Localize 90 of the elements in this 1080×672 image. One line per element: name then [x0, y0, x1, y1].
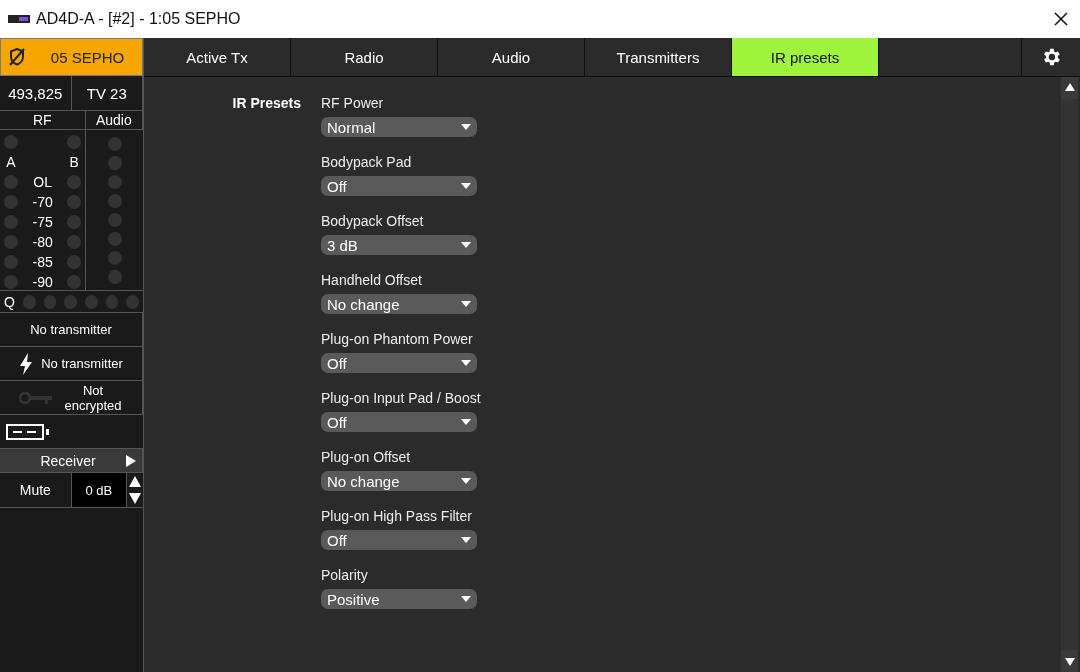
rf-scale-label: OL: [33, 174, 52, 190]
antenna-label: A: [6, 154, 16, 170]
lightning-icon: [19, 352, 34, 375]
rf-led: [4, 275, 18, 289]
setting-label: Plug-on Phantom Power: [321, 331, 474, 347]
scrollbar[interactable]: [1061, 77, 1078, 672]
rf-scale-label: -70: [32, 194, 53, 210]
close-icon[interactable]: [1054, 12, 1068, 26]
setting-label: Bodypack Offset: [321, 213, 425, 229]
rf-header: RF: [0, 111, 86, 129]
rf-led: [4, 235, 18, 249]
mute-button[interactable]: Mute: [0, 473, 72, 507]
scroll-down-icon: [1064, 658, 1075, 666]
dropdown-caret-icon: [461, 183, 471, 189]
rf-led: [67, 215, 82, 229]
dropdown-caret-icon: [461, 124, 471, 130]
rf-led: [67, 255, 82, 269]
shield-slash-icon: [9, 48, 25, 66]
quality-led: [84, 294, 98, 309]
rf-led: [4, 255, 18, 269]
rf-led: [4, 215, 18, 229]
window-title: AD4D-A - [#2] - 1:05 SEPHO: [36, 10, 242, 28]
audio-header: Audio: [85, 111, 143, 129]
frequency-value: 493,825: [0, 76, 72, 110]
quality-led: [64, 294, 77, 309]
dropdown[interactable]: Off: [321, 353, 477, 373]
audio-led: [107, 231, 122, 246]
dropdown[interactable]: No change: [321, 471, 477, 491]
audio-led: [107, 269, 122, 284]
dropdown-caret-icon: [461, 242, 471, 248]
key-icon: [19, 391, 53, 404]
audio-led: [107, 155, 122, 170]
rf-led: [4, 135, 18, 149]
dropdown-caret-icon: [461, 537, 471, 543]
rf-led: [67, 275, 82, 289]
down-arrow-icon[interactable]: [129, 493, 141, 504]
rf-led: [67, 195, 82, 209]
rf-led: [4, 175, 18, 189]
dropdown-caret-icon: [461, 360, 471, 366]
antenna-label: B: [69, 154, 79, 170]
dropdown[interactable]: No change: [321, 294, 477, 314]
scroll-up-icon: [1064, 83, 1075, 91]
dropdown[interactable]: Off: [321, 412, 477, 432]
setting-label: Handheld Offset: [321, 272, 423, 288]
rf-led: [67, 175, 82, 189]
quality-led: [126, 294, 139, 309]
rf-scale-label: -90: [32, 274, 53, 290]
battery-status: No transmitter: [41, 356, 123, 371]
section-title: IR Presets: [231, 94, 301, 113]
audio-led: [107, 193, 122, 208]
dropdown-caret-icon: [461, 596, 471, 602]
dropdown[interactable]: 3 dB: [321, 235, 477, 255]
rf-led: [4, 195, 18, 209]
quality-led: [105, 294, 119, 309]
audio-led: [107, 174, 122, 189]
dropdown-caret-icon: [461, 301, 471, 307]
play-icon: [125, 454, 136, 467]
quality-led: [22, 294, 36, 309]
gain-value: 0 dB: [71, 473, 127, 507]
rf-scale-label: -75: [32, 214, 53, 230]
transmitter-status: No transmitter: [0, 313, 143, 346]
channel-name: 05 SEPHO: [49, 48, 126, 66]
dropdown[interactable]: Off: [321, 530, 477, 550]
setting-label: Plug-on Input Pad / Boost: [321, 390, 481, 406]
tab[interactable]: IR presets: [732, 38, 879, 76]
quality-led: [43, 294, 57, 309]
rf-led: [67, 135, 82, 149]
dropdown[interactable]: Off: [321, 176, 477, 196]
rf-led: [67, 235, 82, 249]
setting-label: Bodypack Pad: [321, 154, 413, 170]
setting-label: Plug-on High Pass Filter: [321, 508, 473, 524]
audio-led: [107, 136, 122, 151]
setting-label: RF Power: [321, 95, 385, 111]
up-arrow-icon[interactable]: [129, 476, 141, 487]
rf-scale-label: -80: [32, 234, 53, 250]
quality-label: Q: [4, 293, 15, 310]
dropdown[interactable]: Positive: [321, 589, 477, 609]
receiver-button[interactable]: Receiver: [0, 449, 143, 472]
dropdown-caret-icon: [461, 419, 471, 425]
dropdown[interactable]: Normal: [321, 117, 477, 137]
dropdown-caret-icon: [461, 478, 471, 484]
rf-scale-label: -85: [32, 254, 53, 270]
audio-led: [107, 250, 122, 265]
battery-icon: [6, 423, 50, 440]
device-icon: [8, 15, 30, 23]
tv-channel-value: TV 23: [71, 76, 143, 110]
encryption-status: Not encrypted: [63, 382, 123, 413]
setting-label: Plug-on Offset: [321, 449, 412, 465]
setting-label: Polarity: [321, 567, 369, 583]
audio-led: [107, 212, 122, 227]
